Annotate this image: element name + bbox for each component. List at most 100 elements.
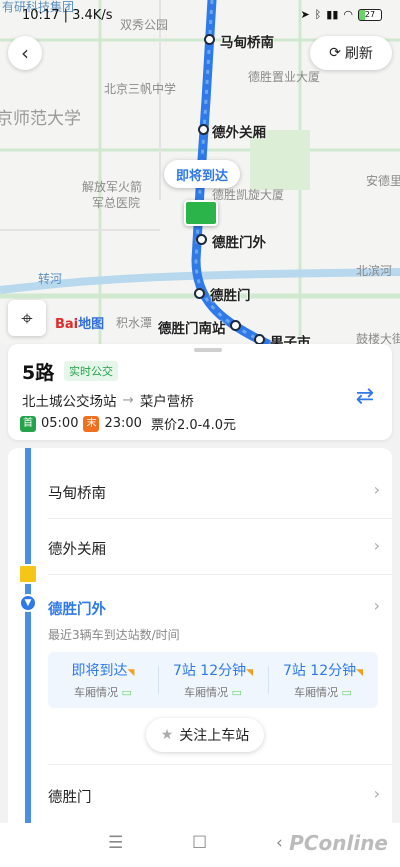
eta-main: 7站 12分钟◥ [268, 660, 378, 680]
baidu-logo-text: Bai [55, 317, 79, 332]
signal-icon: ▮▮ [326, 8, 339, 21]
eta-item: 7站 12分钟◥ 车厢情况 ▭ [268, 652, 378, 708]
eta-main-text: 7站 12分钟 [282, 663, 357, 679]
route-direction: 北土城公交场站 → 菜户营桥 [22, 390, 194, 410]
status-bar: 10:17 | 3.4K/s ➤ ᛒ ▮▮ ◠ 27 [0, 0, 400, 28]
stop-row-deshengmen[interactable]: 德胜门 › [8, 764, 392, 820]
stop-row-madian[interactable]: 马甸桥南 › [8, 448, 392, 504]
eta-item: 7站 12分钟◥ 车厢情况 ▭ [158, 652, 268, 708]
swap-direction-icon[interactable]: ⇄ [352, 386, 378, 408]
eta-main: 7站 12分钟◥ [158, 660, 268, 680]
drag-handle[interactable] [194, 348, 222, 352]
bus-marker-icon[interactable] [184, 200, 218, 226]
clock: 10:17 [22, 8, 60, 23]
chevron-right-icon: › [373, 480, 380, 499]
direction-to: 菜户营桥 [139, 394, 194, 410]
map-label: 解放军火箭 [82, 180, 143, 194]
follow-stop-button[interactable]: ★ 关注上车站 [146, 718, 264, 752]
refresh-label: 刷新 [344, 46, 373, 62]
map-label: 德胜置业大厦 [248, 70, 321, 84]
eta-sub-text: 车厢情况 [184, 686, 229, 699]
fare-text: 票价2.0-4.0元 [150, 418, 236, 433]
map-stop-dot [198, 124, 209, 135]
stop-list: 马甸桥南 › 德外关厢 › ▼ 德胜门外 › 最近3辆车到达站数/时间 即将到达… [8, 448, 392, 867]
signal-icon: ◥ [127, 668, 135, 678]
status-icons: ➤ ᛒ ▮▮ ◠ 27 [300, 8, 382, 21]
stop-name: 德外关厢 [48, 542, 106, 558]
crosshair-icon: ⌖ [21, 306, 33, 330]
eta-main: 即将到达◥ [48, 660, 158, 680]
eta-panel: 即将到达◥ 车厢情况 ▭ 7站 12分钟◥ 车厢情况 ▭ 7站 12分钟◥ 车厢… [48, 652, 378, 708]
crowd-icon: ▭ [341, 686, 352, 699]
arrival-bubble: 即将到达 [164, 160, 240, 188]
map-stop-dot [204, 34, 215, 45]
route-name: 5路 [22, 362, 55, 384]
signal-icon: ◥ [246, 668, 254, 678]
status-time: 10:17 | 3.4K/s [22, 8, 113, 23]
direction-from: 北土城公交场站 [22, 394, 117, 410]
first-bus-tag: 首 [20, 415, 36, 432]
stop-name: 德胜门 [48, 790, 92, 806]
eta-hint: 最近3辆车到达站数/时间 [48, 628, 180, 642]
bluetooth-icon: ᛒ [314, 8, 322, 21]
baidu-logo: Bai地图 [55, 313, 104, 332]
eta-sub: 车厢情况 ▭ [268, 684, 378, 700]
map-stop-label: 德胜门 [210, 288, 251, 304]
stop-name-current: 德胜门外 [48, 602, 106, 618]
watermark: PConline [289, 831, 388, 855]
map-stop-dot [194, 288, 205, 299]
map-label: 安德里 [366, 174, 400, 188]
map-label: 德胜凯旋大厦 [212, 188, 285, 202]
follow-stop-label: 关注上车站 [179, 728, 250, 744]
realtime-badge: 实时公交 [64, 361, 118, 381]
menu-nav-icon[interactable]: ☰ [108, 833, 123, 853]
eta-sub: 车厢情况 ▭ [48, 684, 158, 700]
signal-icon: ◥ [356, 668, 364, 678]
stop-row-dewai[interactable]: 德外关厢 › [8, 518, 392, 574]
chevron-left-icon: ‹ [21, 41, 29, 65]
refresh-icon: ⟳ [329, 45, 341, 61]
map-stop-label: 德外关厢 [212, 125, 266, 141]
eta-sub: 车厢情况 ▭ [158, 684, 268, 700]
refresh-button[interactable]: ⟳ 刷新 [310, 36, 392, 70]
home-nav-icon[interactable]: ☐ [192, 833, 207, 853]
stop-name: 马甸桥南 [48, 486, 106, 502]
crowd-icon: ▭ [121, 686, 132, 699]
map-stop-label: 德胜门南站 [158, 321, 226, 337]
star-icon: ★ [160, 727, 174, 743]
eta-main-text: 7站 12分钟 [172, 663, 247, 679]
route-sheet: 5路 实时公交 北土城公交场站 → 菜户营桥 ⇄ 首 05:00 末 23:00… [0, 344, 400, 867]
first-bus-time: 05:00 [41, 416, 79, 431]
location-icon: ➤ [300, 8, 310, 21]
last-bus-time: 23:00 [104, 416, 142, 431]
back-nav-icon[interactable]: ‹ [276, 833, 283, 853]
route-header-card: 5路 实时公交 北土城公交场站 → 菜户营桥 ⇄ 首 05:00 末 23:00… [8, 344, 392, 440]
net-speed: 3.4K/s [72, 8, 113, 23]
wifi-icon: ◠ [343, 8, 353, 21]
locate-button[interactable]: ⌖ [8, 300, 46, 336]
map-stop-dot [196, 234, 207, 245]
eta-sub-text: 车厢情况 [294, 686, 339, 699]
baidu-logo-cn: 地图 [78, 317, 105, 332]
map-label: 京师范大学 [0, 109, 81, 129]
back-button[interactable]: ‹ [8, 36, 42, 70]
map-label: 北滨河 [356, 264, 393, 278]
system-nav-bar: ☰ ☐ ‹ PConline [0, 823, 400, 867]
map-stop-dot [230, 320, 241, 331]
map-view[interactable]: 有研科技集团 双秀公园 北京三帆中学 德胜置业大厦 京师范大学 解放军火箭 军总… [0, 0, 400, 360]
last-bus-tag: 末 [83, 415, 100, 432]
eta-item: 即将到达◥ 车厢情况 ▭ [48, 652, 158, 708]
route-times: 首 05:00 末 23:00 票价2.0-4.0元 [20, 414, 236, 433]
map-stop-label: 德胜门外 [212, 235, 266, 251]
map-label: 北京三帆中学 [104, 82, 177, 96]
app-root: 有研科技集团 双秀公园 北京三帆中学 德胜置业大厦 京师范大学 解放军火箭 军总… [0, 0, 400, 867]
eta-sub-text: 车厢情况 [74, 686, 119, 699]
chevron-right-icon: › [373, 596, 380, 615]
chevron-right-icon: › [373, 536, 380, 555]
battery-icon: 27 [358, 8, 382, 21]
map-stop-label: 马甸桥南 [220, 35, 274, 51]
map-label: 积水潭 [116, 316, 153, 330]
chevron-right-icon: › [373, 784, 380, 803]
eta-main-text: 即将到达 [71, 663, 128, 679]
map-label: 转河 [38, 272, 63, 286]
